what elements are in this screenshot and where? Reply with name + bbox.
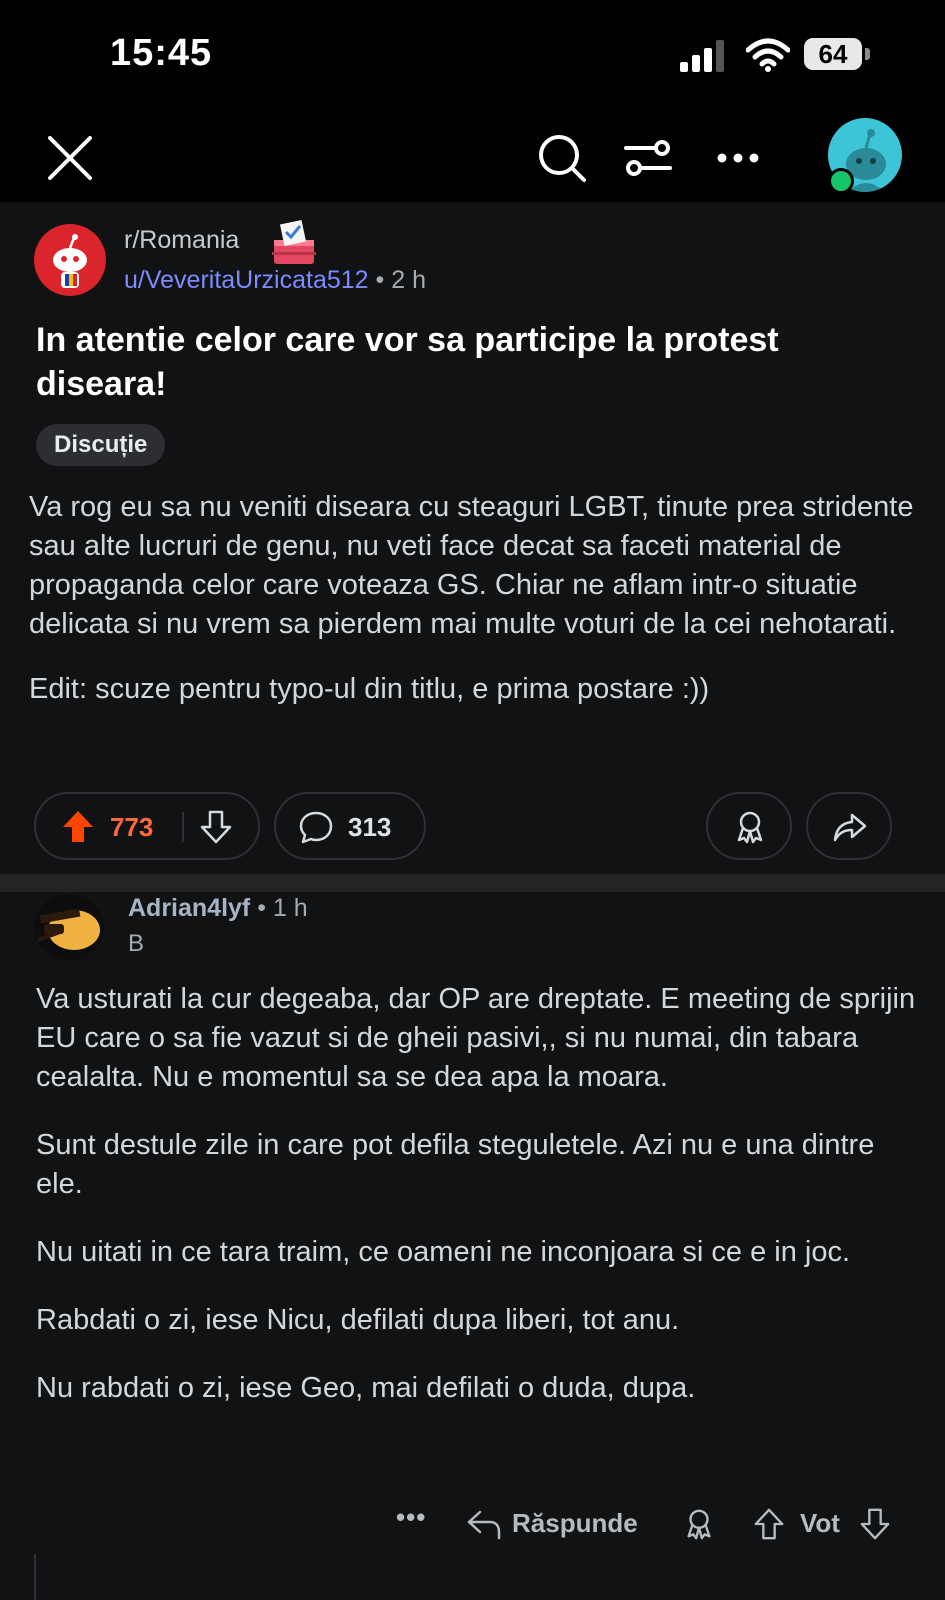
wifi-icon [746, 38, 790, 72]
post-paragraph: Edit: scuze pentru typo-ul din titlu, e … [29, 673, 710, 705]
vote-label: Vot [800, 1508, 840, 1538]
comment-paragraph: Rabdati o zi, iese Nicu, defilati dupa l… [36, 1304, 680, 1336]
post-author[interactable]: u/VeveritaUrzicata512 [124, 266, 369, 294]
award-icon [737, 811, 763, 844]
upvote-icon[interactable] [60, 809, 96, 845]
battery-icon: 64 [804, 38, 872, 72]
comment-paragraph: Nu uitati in ce tara traim, ce oameni ne… [36, 1236, 851, 1268]
comment-card: Adrian4lyf • 1 h B Va usturati la cur de… [0, 892, 945, 1600]
comment-flair: B [128, 930, 145, 957]
comment-actions: ••• Răspunde Vot [0, 1498, 945, 1548]
post-body: Va rog eu sa nu veniti diseara cu steagu… [29, 488, 919, 735]
subreddit-name[interactable]: r/Romania [124, 226, 239, 255]
meta-separator: • [257, 894, 266, 922]
search-icon[interactable] [536, 132, 588, 184]
ballot-box-icon [272, 219, 316, 264]
reply-button[interactable]: Răspunde [512, 1508, 638, 1539]
vote-separator [182, 812, 184, 842]
comments-button[interactable]: 313 [274, 792, 426, 860]
clock: 15:45 [110, 32, 213, 74]
downvote-outline-icon[interactable] [858, 1506, 892, 1542]
comment-author[interactable]: Adrian4lyf [128, 894, 250, 922]
comment-count: 313 [348, 812, 392, 842]
comment-paragraph: Va usturati la cur degeaba, dar OP are d… [36, 983, 916, 1093]
post-card: r/Romania u/VeveritaUrzicata512 • 2 h In… [0, 202, 945, 874]
downvote-icon[interactable] [198, 809, 234, 845]
more-options-icon[interactable] [712, 132, 764, 184]
comment-paragraph: Nu rabdati o zi, iese Geo, mai defilati … [36, 1372, 696, 1404]
subreddit-avatar[interactable] [34, 224, 106, 296]
comment-age: 1 h [272, 894, 308, 922]
top-nav [0, 110, 945, 202]
post-paragraph: Va rog eu sa nu veniti diseara cu steagu… [29, 491, 914, 640]
comment-body: Va usturati la cur degeaba, dar OP are d… [36, 980, 916, 1437]
post-flair[interactable]: Discuție [36, 424, 166, 466]
post-age: 2 h [391, 266, 427, 294]
award-button[interactable] [706, 792, 792, 860]
share-button[interactable] [806, 792, 892, 860]
snoo-icon [53, 234, 87, 288]
reply-icon[interactable] [466, 1508, 502, 1540]
commenter-avatar[interactable] [34, 894, 104, 960]
post-author-line: u/VeveritaUrzicata512 • 2 h [124, 266, 426, 295]
thread-line [34, 1554, 36, 1600]
sunglasses-avatar-icon [37, 908, 100, 950]
status-bar: 15:45 64 [0, 0, 945, 110]
comment-author-line: Adrian4lyf • 1 h [128, 894, 308, 923]
comment-more-button[interactable]: ••• [396, 1502, 426, 1533]
upvote-outline-icon[interactable] [752, 1506, 786, 1542]
meta-separator: • [375, 266, 385, 294]
online-status-dot [828, 168, 854, 194]
filters-icon[interactable] [622, 132, 674, 184]
upvote-count: 773 [110, 812, 154, 842]
award-icon[interactable] [682, 1506, 716, 1542]
battery-level: 64 [818, 39, 848, 69]
close-icon[interactable] [44, 132, 96, 184]
comment-paragraph: Sunt destule zile in care pot defila ste… [36, 1129, 875, 1200]
share-icon [833, 813, 867, 842]
cellular-signal-icon [680, 40, 724, 72]
vote-pill: 773 [34, 792, 260, 860]
post-title: In atentie celor care vor sa participe l… [36, 321, 779, 403]
section-divider [0, 874, 945, 892]
comment-bubble-icon [299, 811, 333, 844]
